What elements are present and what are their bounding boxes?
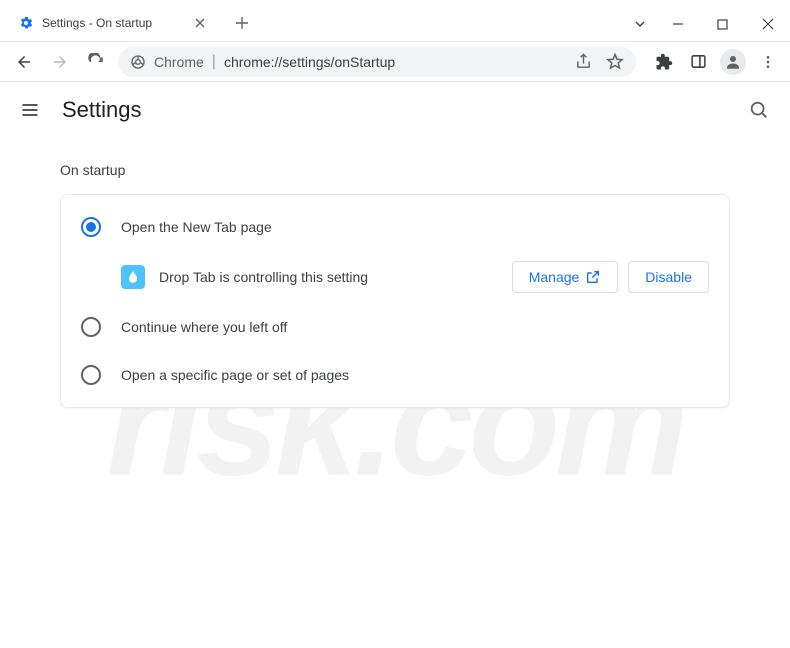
minimize-button[interactable] <box>655 6 700 42</box>
address-bar[interactable]: Chrome | chrome://settings/onStartup <box>118 47 636 77</box>
option-label: Continue where you left off <box>121 319 287 335</box>
settings-content: On startup Open the New Tab page Drop Ta… <box>0 138 790 432</box>
profile-avatar[interactable] <box>720 49 746 75</box>
gear-icon <box>18 15 34 31</box>
settings-header: Settings <box>0 82 790 138</box>
forward-button <box>46 48 74 76</box>
hamburger-menu-icon[interactable] <box>20 100 44 120</box>
extension-message: Drop Tab is controlling this setting <box>159 269 498 285</box>
tab-title: Settings - On startup <box>42 16 184 30</box>
back-button[interactable] <box>10 48 38 76</box>
disable-button[interactable]: Disable <box>628 261 709 293</box>
radio-unselected[interactable] <box>81 317 101 337</box>
url-divider: | <box>212 53 216 71</box>
close-icon[interactable] <box>192 15 208 31</box>
page-title: Settings <box>62 97 142 123</box>
open-external-icon <box>585 269 601 285</box>
option-specific[interactable]: Open a specific page or set of pages <box>61 351 729 399</box>
reload-button[interactable] <box>82 48 110 76</box>
new-tab-button[interactable] <box>228 9 256 37</box>
star-icon[interactable] <box>606 53 624 71</box>
drop-icon <box>121 265 145 289</box>
browser-toolbar: Chrome | chrome://settings/onStartup <box>0 42 790 82</box>
window-controls <box>625 6 790 42</box>
option-label: Open the New Tab page <box>121 219 272 235</box>
option-continue[interactable]: Continue where you left off <box>61 303 729 351</box>
url-path: chrome://settings/onStartup <box>224 54 395 70</box>
extensions-icon[interactable] <box>652 50 676 74</box>
kebab-menu-icon[interactable] <box>756 50 780 74</box>
maximize-button[interactable] <box>700 6 745 42</box>
browser-titlebar: Settings - On startup <box>0 0 790 42</box>
manage-button[interactable]: Manage <box>512 261 619 293</box>
radio-unselected[interactable] <box>81 365 101 385</box>
section-title: On startup <box>60 162 730 178</box>
extension-notice: Drop Tab is controlling this setting Man… <box>61 251 729 303</box>
radio-selected[interactable] <box>81 217 101 237</box>
window-close-button[interactable] <box>745 6 790 42</box>
search-icon[interactable] <box>748 99 770 121</box>
chrome-icon <box>130 54 146 70</box>
startup-card: Open the New Tab page Drop Tab is contro… <box>60 194 730 408</box>
option-label: Open a specific page or set of pages <box>121 367 349 383</box>
chevron-down-icon[interactable] <box>625 6 655 42</box>
share-icon[interactable] <box>575 53 592 70</box>
option-new-tab[interactable]: Open the New Tab page <box>61 203 729 251</box>
side-panel-icon[interactable] <box>686 50 710 74</box>
url-prefix: Chrome <box>154 54 204 70</box>
browser-tab[interactable]: Settings - On startup <box>8 6 218 40</box>
